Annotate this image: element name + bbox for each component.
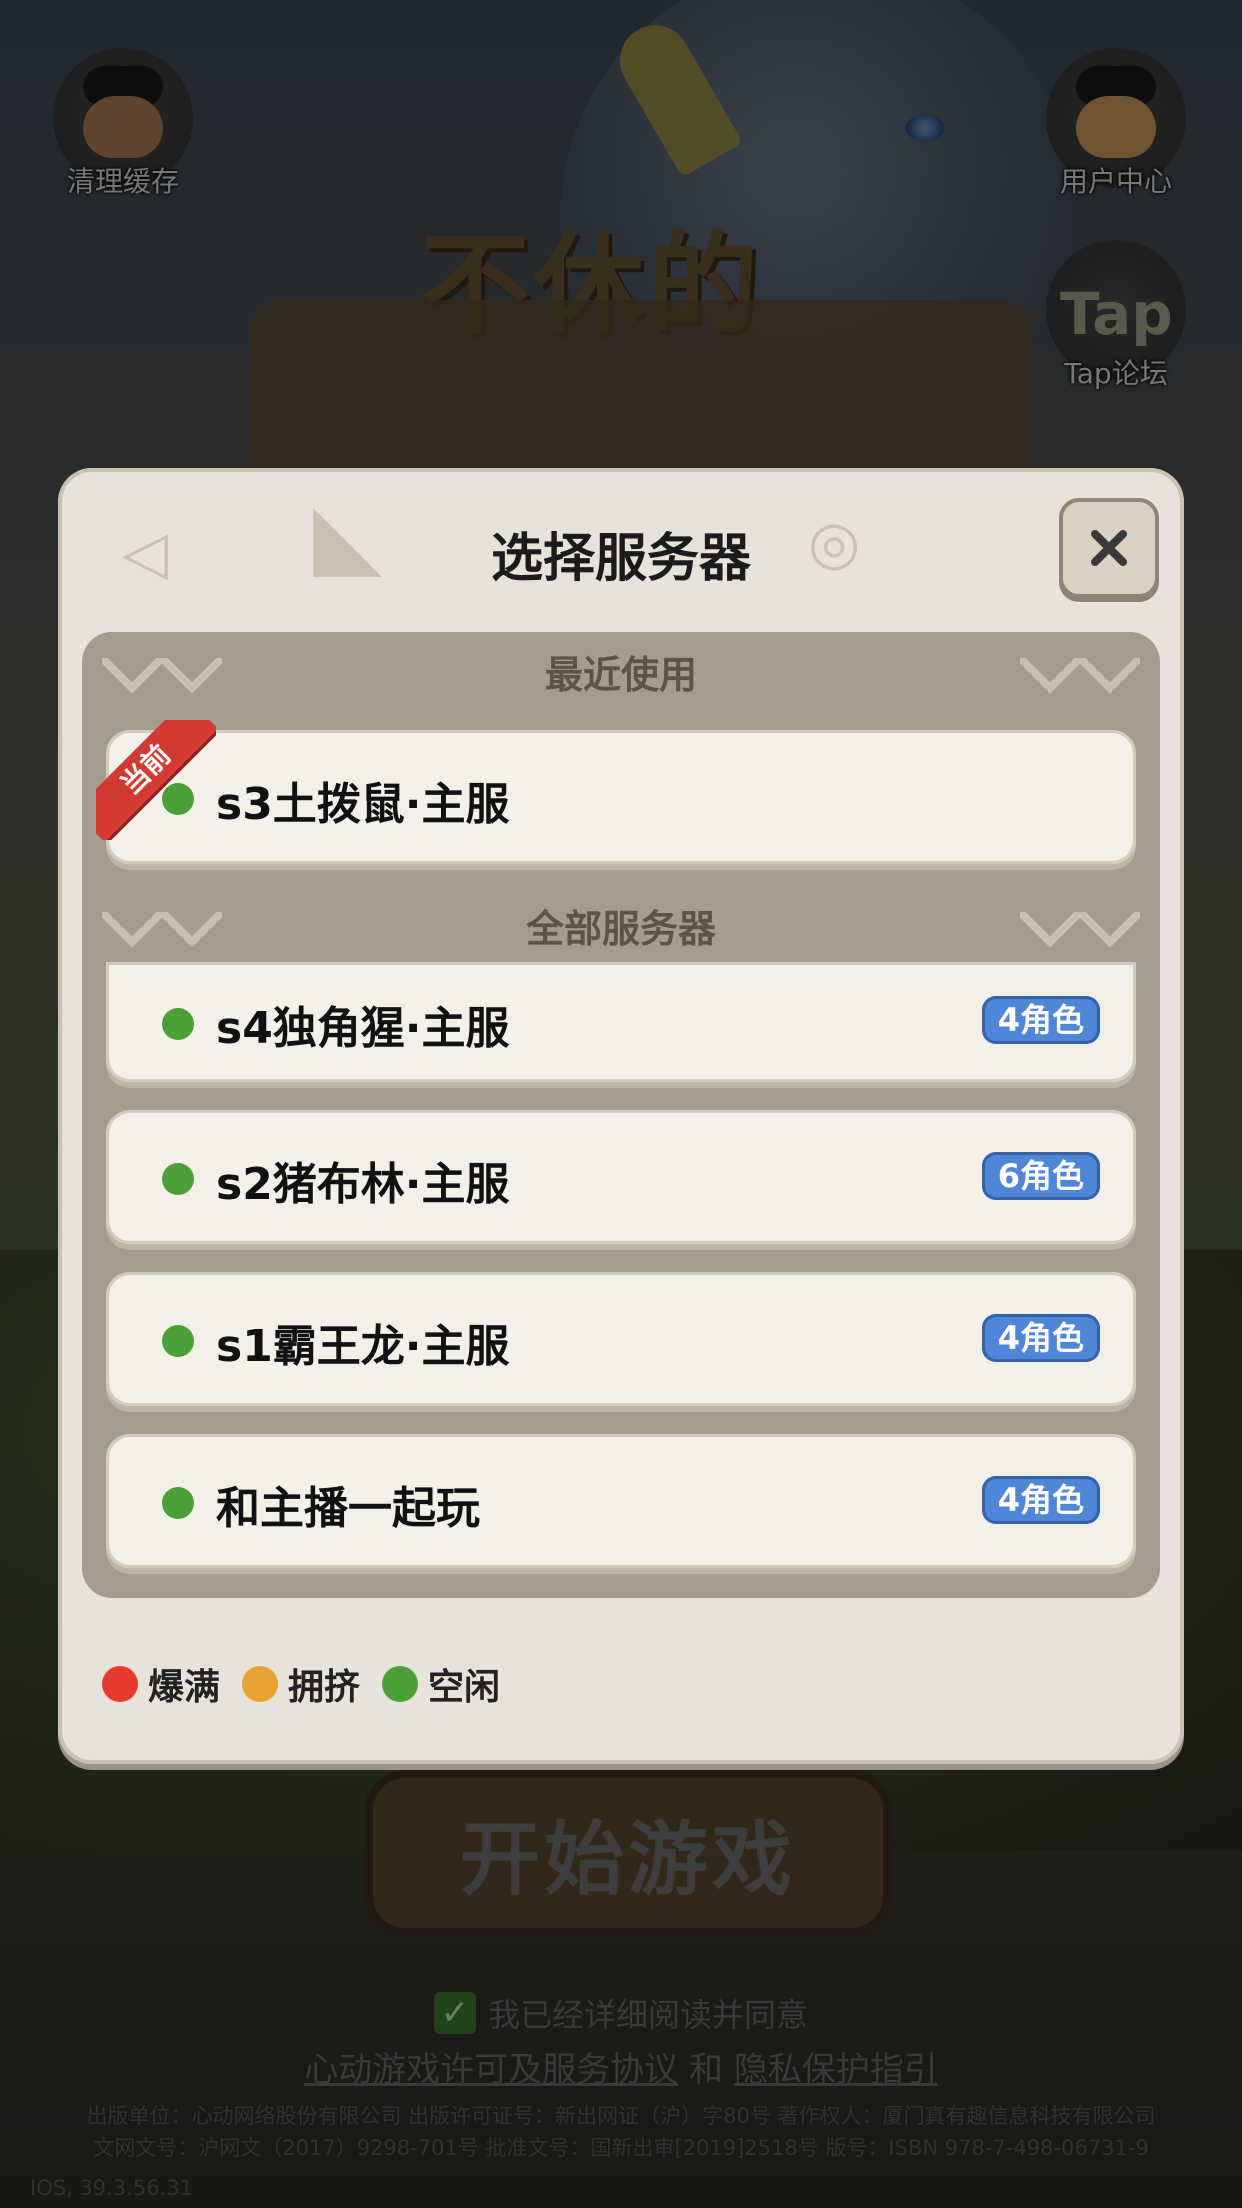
status-dot-idle bbox=[162, 1163, 194, 1195]
server-name: s4独角猩·主服 bbox=[216, 1003, 510, 1054]
server-list-panel[interactable]: 最近使用 当前 s3土拨鼠·主服 全部服务器 s4独角猩·主服 4角色 s2猪布… bbox=[82, 632, 1160, 1598]
status-legend: 爆满 拥挤 空闲 bbox=[102, 1658, 522, 1710]
chevron-decoration-icon bbox=[1020, 658, 1140, 694]
server-row[interactable]: s1霸王龙·主服 4角色 bbox=[106, 1272, 1136, 1406]
server-name: s1霸王龙·主服 bbox=[216, 1321, 510, 1372]
chevron-decoration-icon bbox=[1020, 912, 1140, 948]
status-dot-idle bbox=[162, 1487, 194, 1519]
current-ribbon: 当前 bbox=[96, 720, 216, 840]
server-name: 和主播一起玩 bbox=[216, 1483, 480, 1534]
legend-label: 空闲 bbox=[428, 1667, 501, 1708]
recent-section-header: 最近使用 bbox=[82, 640, 1160, 710]
modal-title: 选择服务器 bbox=[490, 529, 751, 589]
orange-status-dot bbox=[242, 1666, 279, 1702]
server-name: s2猪布林·主服 bbox=[216, 1159, 510, 1210]
legend-label: 爆满 bbox=[148, 1667, 221, 1708]
status-dot-idle bbox=[162, 783, 194, 815]
recent-server-row[interactable]: 当前 s3土拨鼠·主服 bbox=[96, 720, 1136, 864]
legend-full: 爆满 bbox=[102, 1658, 220, 1710]
server-select-modal: ◁ ◎ ◣ 选择服务器 最近使用 当前 s3土拨鼠·主服 全部服务器 s4独角猩… bbox=[58, 468, 1184, 1764]
server-row[interactable]: 和主播一起玩 4角色 bbox=[106, 1434, 1136, 1568]
server-row[interactable]: s4独角猩·主服 4角色 bbox=[106, 962, 1136, 1082]
legend-busy: 拥挤 bbox=[242, 1658, 360, 1710]
server-name: s3土拨鼠·主服 bbox=[216, 779, 510, 830]
chevron-decoration-icon bbox=[102, 658, 222, 694]
legend-label: 拥挤 bbox=[288, 1667, 361, 1708]
role-count-badge: 4角色 bbox=[981, 1476, 1100, 1524]
chevron-decoration-icon bbox=[102, 912, 222, 948]
green-status-dot bbox=[382, 1666, 419, 1702]
server-row[interactable]: s2猪布林·主服 6角色 bbox=[106, 1110, 1136, 1244]
role-count-badge: 4角色 bbox=[981, 1314, 1100, 1362]
current-ribbon-label: 当前 bbox=[96, 720, 216, 840]
close-button[interactable] bbox=[1059, 498, 1159, 598]
status-dot-idle bbox=[162, 1008, 194, 1040]
legend-idle: 空闲 bbox=[382, 1658, 500, 1710]
recent-header-label: 最近使用 bbox=[544, 653, 697, 697]
all-section-header: 全部服务器 bbox=[82, 894, 1160, 964]
role-count-badge: 4角色 bbox=[981, 996, 1100, 1044]
status-dot-idle bbox=[162, 1325, 194, 1357]
all-header-label: 全部服务器 bbox=[525, 907, 716, 951]
red-status-dot bbox=[102, 1666, 138, 1702]
role-count-badge: 6角色 bbox=[981, 1152, 1100, 1200]
close-icon bbox=[1091, 530, 1127, 566]
